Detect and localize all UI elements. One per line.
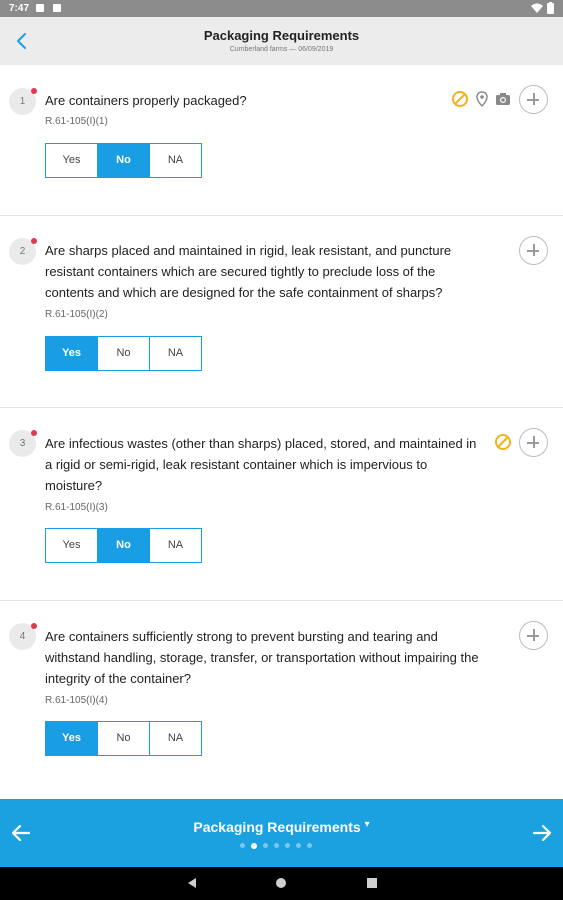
answer-no-button[interactable]: No [98,529,150,562]
answer-na-button[interactable]: NA [150,722,201,755]
add-note-button[interactable] [519,428,548,457]
required-marker-icon [31,430,37,436]
wifi-icon [531,3,543,13]
answer-selector: Yes No NA [45,143,202,178]
section-title-dropdown[interactable]: Packaging Requirements ▾ [0,819,563,835]
status-bar: 7:47 [0,0,563,17]
page-dot [307,843,312,848]
question-text: Are infectious wastes (other than sharps… [45,436,477,493]
add-note-button[interactable] [519,236,548,265]
app-notification-icon [53,4,61,12]
not-applicable-icon[interactable] [451,90,469,108]
add-note-button[interactable] [519,85,548,114]
location-pin-icon[interactable] [473,90,491,108]
answer-selector: Yes No NA [45,336,202,371]
section-title: Packaging Requirements [193,819,361,835]
question-reference: R.61-105(I)(1) [45,116,108,127]
nav-home-icon[interactable] [275,877,287,889]
question-card: 2 Are sharps placed and maintained in ri… [0,216,563,408]
answer-yes-button[interactable]: Yes [46,722,98,755]
battery-icon [547,2,554,14]
page-title: Packaging Requirements [203,28,360,43]
answer-na-button[interactable]: NA [150,337,201,370]
dropdown-caret-icon: ▾ [364,819,370,830]
question-reference: R.61-105(I)(4) [45,695,108,706]
question-card: 1 Are containers properly packaged? R.61… [0,65,563,216]
answer-no-button[interactable]: No [98,722,150,755]
page-dot [263,843,268,848]
question-text: Are containers sufficiently strong to pr… [45,629,479,686]
question-card: 4 Are containers sufficiently strong to … [0,601,563,799]
question-reference: R.61-105(I)(2) [45,309,108,320]
app-bar: Packaging Requirements Cumberland farms … [0,17,563,65]
page-subtitle: Cumberland farms — 06/09/2019 [229,46,334,53]
required-marker-icon [31,238,37,244]
next-section-arrow-icon[interactable] [530,821,554,845]
camera-icon[interactable] [494,90,512,108]
required-marker-icon [31,623,37,629]
section-navigator: Packaging Requirements ▾ [0,799,563,867]
question-text: Are containers properly packaged? [45,93,247,108]
status-time: 7:47 [9,3,30,14]
page-dot [240,843,245,848]
answer-selector: Yes No NA [45,528,202,563]
page-dot [274,843,279,848]
settings-notification-icon [36,4,44,12]
system-navigation-bar [0,867,563,900]
answer-na-button[interactable]: NA [150,529,201,562]
answer-yes-button[interactable]: Yes [46,529,98,562]
answer-yes-button[interactable]: Yes [46,337,98,370]
question-text: Are sharps placed and maintained in rigi… [45,243,452,300]
status-icons [531,2,554,14]
question-reference: R.61-105(I)(3) [45,502,108,513]
add-note-button[interactable] [519,621,548,650]
required-marker-icon [31,88,37,94]
question-card: 3 Are infectious wastes (other than shar… [0,408,563,601]
answer-no-button[interactable]: No [98,337,150,370]
answer-selector: Yes No NA [45,721,202,756]
answer-no-button[interactable]: No [98,144,150,177]
nav-recents-icon[interactable] [366,877,378,889]
nav-back-icon[interactable] [186,877,198,889]
not-applicable-icon[interactable] [494,433,512,451]
page-dot [285,843,290,848]
answer-na-button[interactable]: NA [150,144,201,177]
answer-yes-button[interactable]: Yes [46,144,98,177]
page-dot-active [251,842,257,849]
page-indicator [240,842,312,849]
page-dot [296,843,301,848]
